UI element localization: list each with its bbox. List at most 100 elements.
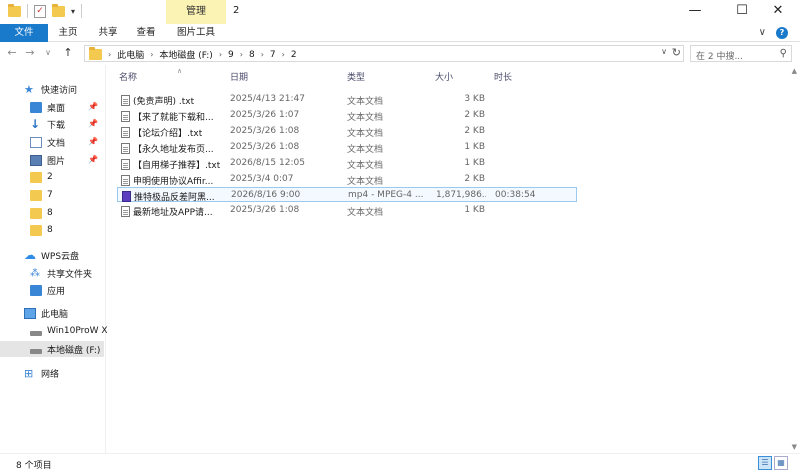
up-button[interactable]: ↑: [60, 46, 76, 59]
file-name: 【来了就能下载和...: [133, 113, 214, 123]
scroll-up-arrow[interactable]: ▲: [792, 67, 797, 75]
search-box[interactable]: 在 2 中搜... ⚲: [690, 45, 792, 62]
desktop-icon: [30, 101, 42, 113]
file-date: 2025/3/26 1:08: [230, 142, 300, 152]
sort-ascending-icon: ∧: [177, 67, 183, 75]
sidebar-item-downloads[interactable]: ↓ 下载 📌: [0, 116, 104, 132]
sidebar-item-this-pc[interactable]: 此电脑: [0, 305, 104, 321]
share-icon: ⁂: [30, 267, 40, 279]
pin-icon[interactable]: 📌: [88, 137, 98, 146]
file-row-selected[interactable]: 推特极品反差阿黑... 2026/8/16 9:00 mp4 - MPEG-4 …: [117, 187, 577, 203]
file-row[interactable]: 【自用梯子推荐】.txt 2026/8/15 12:05 文本文档 1 KB: [117, 156, 577, 171]
properties-icon[interactable]: ✓: [34, 4, 46, 18]
chevron-right-icon[interactable]: ›: [150, 50, 153, 59]
file-type: 文本文档: [347, 145, 384, 155]
sidebar-item-pictures[interactable]: 图片 📌: [0, 152, 104, 168]
breadcrumb-item[interactable]: 8: [249, 50, 255, 60]
sidebar-item-local-disk-f[interactable]: 本地磁盘 (F:): [0, 341, 104, 357]
address-bar[interactable]: › 此电脑 › 本地磁盘 (F:) › 9 › 8 › 7 › 2 ∨ ↻: [84, 45, 684, 62]
chevron-right-icon[interactable]: ›: [240, 50, 243, 59]
expand-ribbon-icon[interactable]: ∨: [759, 27, 766, 39]
text-file-icon: [121, 95, 130, 106]
help-icon[interactable]: ?: [776, 27, 788, 39]
sidebar-item-win10-drive[interactable]: Win10ProW X: [0, 323, 108, 339]
column-label: 大小: [435, 73, 454, 83]
file-type: 文本文档: [347, 97, 384, 107]
title-bar: ✓ ▾ 管理 2 — ☐ ✕: [0, 0, 800, 24]
recent-locations-button[interactable]: ∨: [40, 48, 56, 57]
file-row[interactable]: 最新地址及APP请... 2025/3/26 1:08 文本文档 1 KB: [117, 203, 577, 218]
chevron-right-icon[interactable]: ›: [282, 50, 285, 59]
file-row[interactable]: 【来了就能下载和... 2025/3/26 1:07 文本文档 2 KB: [117, 108, 577, 123]
sidebar-item-label: 本地磁盘 (F:): [47, 345, 101, 356]
refresh-button[interactable]: ↻: [672, 46, 681, 59]
tab-file[interactable]: 文件: [0, 24, 48, 42]
sidebar-item-network[interactable]: ⊞ 网络: [0, 365, 104, 381]
address-row: ← → ∨ ↑ › 此电脑 › 本地磁盘 (F:) › 9 › 8 › 7 › …: [0, 43, 800, 65]
sidebar-item-documents[interactable]: 文档 📌: [0, 134, 104, 150]
tab-home[interactable]: 主页: [50, 24, 86, 42]
customize-toolbar-icon[interactable]: ▾: [71, 7, 75, 16]
close-button[interactable]: ✕: [756, 0, 800, 24]
sidebar-item-label: 快速访问: [41, 85, 78, 96]
drive-icon: [30, 330, 42, 336]
sidebar-item-folder-7[interactable]: 7: [0, 187, 104, 203]
sidebar-item-label: 2: [47, 172, 53, 182]
forward-button[interactable]: →: [22, 46, 38, 59]
file-row[interactable]: 申明使用协议Affir... 2025/3/4 0:07 文本文档 2 KB: [117, 172, 577, 187]
cloud-icon: ☁: [24, 247, 36, 262]
sidebar-item-folder-2[interactable]: 2: [0, 169, 104, 185]
file-row[interactable]: 【永久地址发布页... 2025/3/26 1:08 文本文档 1 KB: [117, 140, 577, 155]
file-type: 文本文档: [347, 129, 384, 139]
file-name: 【永久地址发布页...: [133, 145, 214, 155]
sidebar-item-shared-folder[interactable]: ⁂ 共享文件夹: [0, 265, 104, 281]
file-type: 文本文档: [347, 177, 384, 187]
breadcrumb-item[interactable]: 本地磁盘 (F:): [159, 48, 212, 61]
minimize-button[interactable]: —: [673, 0, 717, 24]
folder-icon: [30, 224, 42, 236]
pin-icon[interactable]: 📌: [88, 102, 98, 111]
sidebar-item-desktop[interactable]: 桌面 📌: [0, 99, 104, 115]
ribbon-tabs: 文件 主页 共享 查看 图片工具 ∨ ?: [0, 24, 800, 42]
pin-icon[interactable]: 📌: [88, 155, 98, 164]
file-row[interactable]: 【论坛介绍】.txt 2025/3/26 1:08 文本文档 2 KB: [117, 124, 577, 139]
file-size: 1,871,986...: [436, 190, 486, 200]
chevron-right-icon[interactable]: ›: [219, 50, 222, 59]
file-row[interactable]: (免责声明) .txt 2025/4/13 21:47 文本文档 3 KB: [117, 92, 577, 107]
column-header-duration[interactable]: 时长: [494, 70, 554, 86]
sidebar-item-wps-cloud[interactable]: ☁ WPS云盘: [0, 247, 104, 263]
column-header-size[interactable]: 大小: [435, 70, 490, 86]
column-header-name[interactable]: ∧ 名称: [119, 67, 219, 86]
file-type: 文本文档: [347, 113, 384, 123]
column-header-type[interactable]: 类型: [347, 70, 432, 86]
computer-icon: [24, 307, 36, 319]
context-tab-manage[interactable]: 管理: [166, 0, 226, 24]
scroll-down-arrow[interactable]: ▼: [792, 443, 797, 451]
quick-access-toolbar: ✓ ▾: [8, 3, 83, 18]
pin-icon[interactable]: 📌: [88, 119, 98, 128]
tab-view[interactable]: 查看: [128, 24, 164, 42]
chevron-right-icon[interactable]: ›: [108, 50, 111, 59]
tab-share[interactable]: 共享: [90, 24, 126, 42]
column-header-date[interactable]: 日期: [230, 70, 340, 86]
large-icons-view-icon[interactable]: ▦: [774, 456, 788, 470]
tab-picture-tools[interactable]: 图片工具: [166, 24, 226, 42]
sidebar-item-label: 8: [47, 225, 53, 235]
chevron-down-icon[interactable]: ∨: [661, 47, 667, 56]
back-button[interactable]: ←: [4, 46, 20, 59]
sidebar-item-folder-8[interactable]: 8: [0, 205, 104, 221]
details-view-icon[interactable]: ☰: [758, 456, 772, 470]
file-date: 2026/8/16 9:00: [231, 190, 301, 200]
breadcrumb-item[interactable]: 7: [270, 50, 276, 60]
sidebar-item-quick-access[interactable]: ★ 快速访问: [0, 81, 104, 97]
breadcrumb-item[interactable]: 9: [228, 50, 234, 60]
breadcrumb-item[interactable]: 此电脑: [117, 48, 144, 61]
new-folder-icon[interactable]: [52, 3, 65, 17]
file-name-cell: 【永久地址发布页...: [121, 142, 223, 155]
chevron-right-icon[interactable]: ›: [261, 50, 264, 59]
sidebar-item-label: 应用: [47, 286, 66, 297]
breadcrumb-item[interactable]: 2: [291, 50, 297, 60]
text-file-icon: [121, 143, 130, 154]
sidebar-item-apps[interactable]: 应用: [0, 282, 104, 298]
sidebar-item-folder-8b[interactable]: 8: [0, 222, 104, 238]
